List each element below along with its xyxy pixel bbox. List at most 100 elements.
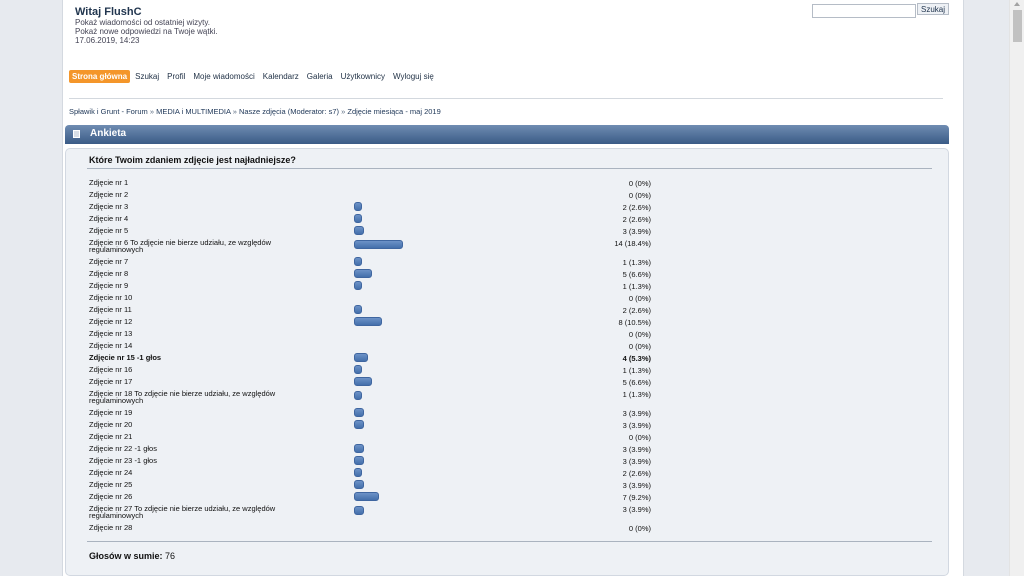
poll-option-label: Zdjęcie nr 21 <box>89 432 133 441</box>
poll-question: Które Twoim zdaniem zdjęcie jest najładn… <box>89 155 296 165</box>
breadcrumb-link[interactable]: MEDIA i MULTIMEDIA <box>156 107 230 116</box>
poll-option-result: 5 (6.6%) <box>622 270 651 279</box>
poll-option-label: Zdjęcie nr 2 <box>89 190 129 199</box>
scroll-up-arrow-icon[interactable] <box>1014 2 1020 6</box>
breadcrumb: Spławik i Grunt - Forum » MEDIA i MULTIM… <box>69 107 441 116</box>
poll-option-label: Zdjęcie nr 3 <box>89 202 129 211</box>
poll-icon <box>73 130 80 138</box>
page-container: Witaj FlushC Pokaż wiadomości od ostatni… <box>62 0 964 576</box>
poll-option-result: 2 (2.6%) <box>622 203 651 212</box>
poll-option-result: 1 (1.3%) <box>622 390 651 399</box>
poll-option-bar <box>354 365 362 374</box>
breadcrumb-separator: » <box>341 107 346 116</box>
poll-option-bar <box>354 269 372 278</box>
breadcrumb-link[interactable]: Nasze zdjęcia (Moderator: s7) <box>239 107 339 116</box>
poll-header: Ankieta <box>65 125 949 144</box>
total-votes: Głosów w sumie: 76 <box>89 551 175 561</box>
poll-option-label: Zdjęcie nr 1 <box>89 178 129 187</box>
breadcrumb-separator: » <box>232 107 237 116</box>
poll-option-label: Zdjęcie nr 20 <box>89 420 133 429</box>
poll-option-bar <box>354 480 364 489</box>
scrollbar-thumb[interactable] <box>1013 10 1022 42</box>
poll-option-label: Zdjęcie nr 23 -1 głos <box>89 456 157 465</box>
poll-option-result: 3 (3.9%) <box>622 227 651 236</box>
poll-option-result: 8 (10.5%) <box>618 318 651 327</box>
poll-option-label: Zdjęcie nr 6 To zdjęcie nie bierze udzia… <box>89 238 272 254</box>
poll-option-result: 3 (3.9%) <box>622 409 651 418</box>
poll-option-bar <box>354 226 364 235</box>
poll-option-label: Zdjęcie nr 24 <box>89 468 133 477</box>
poll-option-label: Zdjęcie nr 18 To zdjęcie nie bierze udzi… <box>89 389 276 405</box>
poll-option-label: Zdjęcie nr 14 <box>89 341 133 350</box>
nav-item[interactable]: Szukaj <box>132 70 162 83</box>
nav-item[interactable]: Użytkownicy <box>338 70 388 83</box>
current-datetime: 17.06.2019, 14:23 <box>75 36 140 45</box>
poll-option-bar <box>354 353 368 362</box>
poll-option-bar <box>354 391 362 400</box>
poll-option-bar <box>354 377 372 386</box>
poll-option-label: Zdjęcie nr 11 <box>89 305 132 314</box>
poll-option-bar <box>354 214 362 223</box>
total-divider <box>87 541 932 542</box>
nav-item[interactable]: Wyloguj się <box>390 70 437 83</box>
welcome-title: Witaj FlushC <box>75 6 142 18</box>
poll-option-result: 1 (1.3%) <box>622 258 651 267</box>
poll-option-result: 0 (0%) <box>628 191 651 200</box>
poll-option-bar <box>354 444 364 453</box>
poll-option-result: 0 (0%) <box>628 330 651 339</box>
poll-option-bar <box>354 305 362 314</box>
new-messages-link[interactable]: Pokaż wiadomości od ostatniej wizyty. <box>75 18 210 27</box>
breadcrumb-link[interactable]: Spławik i Grunt - Forum <box>69 107 148 116</box>
poll-option-label: Zdjęcie nr 27 To zdjęcie nie bierze udzi… <box>89 504 276 520</box>
nav-divider <box>69 98 943 99</box>
poll-option-label: Zdjęcie nr 19 <box>89 408 133 417</box>
question-divider <box>87 168 932 169</box>
poll-option-label: Zdjęcie nr 22 -1 głos <box>89 444 157 453</box>
poll-option-label: Zdjęcie nr 28 <box>89 523 133 532</box>
poll-option-label: Zdjęcie nr 4 <box>89 214 129 223</box>
poll-option-bar <box>354 240 403 249</box>
nav-item[interactable]: Moje wiadomości <box>190 70 257 83</box>
search-button[interactable]: Szukaj <box>917 3 950 15</box>
poll-option-bar <box>354 317 382 326</box>
breadcrumb-separator: » <box>149 107 155 116</box>
breadcrumb-link[interactable]: Zdjęcie miesiąca - maj 2019 <box>347 107 440 116</box>
poll-option-result: 3 (3.9%) <box>622 505 651 514</box>
poll-option-bar <box>354 257 362 266</box>
poll-option-result: 3 (3.9%) <box>622 457 651 466</box>
poll-option-result: 0 (0%) <box>628 342 651 351</box>
poll-option-result: 1 (1.3%) <box>622 282 651 291</box>
total-votes-label: Głosów w sumie: <box>89 551 163 561</box>
poll-option-result: 3 (3.9%) <box>622 445 651 454</box>
new-replies-link[interactable]: Pokaż nowe odpowiedzi na Twoje wątki. <box>75 27 218 36</box>
poll-option-result: 0 (0%) <box>628 524 651 533</box>
poll-option-result: 2 (2.6%) <box>622 469 651 478</box>
poll-option-result: 0 (0%) <box>628 294 651 303</box>
poll-option-result: 2 (2.6%) <box>622 215 651 224</box>
poll-option-label: Zdjęcie nr 9 <box>89 281 129 290</box>
poll-option-bar <box>354 468 362 477</box>
poll-option-bar <box>354 492 379 501</box>
search-input[interactable] <box>812 4 916 18</box>
poll-option-label: Zdjęcie nr 17 <box>89 377 133 386</box>
nav-item[interactable]: Galeria <box>304 70 336 83</box>
poll-option-bar <box>354 456 364 465</box>
poll-option-result: 3 (3.9%) <box>622 421 651 430</box>
total-votes-value: 76 <box>165 551 176 561</box>
scrollbar[interactable] <box>1009 0 1024 576</box>
poll-option-label: Zdjęcie nr 13 <box>89 329 133 338</box>
poll-option-label: Zdjęcie nr 5 <box>89 226 129 235</box>
nav-item[interactable]: Kalendarz <box>260 70 302 83</box>
poll-option-result: 4 (5.3%) <box>622 354 651 363</box>
nav-item[interactable]: Strona główna <box>69 70 131 83</box>
poll-option-bar <box>354 506 364 515</box>
nav-item[interactable]: Profil <box>164 70 188 83</box>
poll-option-result: 1 (1.3%) <box>622 366 651 375</box>
poll-option-result: 14 (18.4%) <box>614 239 651 248</box>
poll-option-label: Zdjęcie nr 8 <box>89 269 129 278</box>
poll-option-result: 5 (6.6%) <box>622 378 651 387</box>
poll-title: Ankieta <box>90 128 127 139</box>
poll-option-bar <box>354 281 362 290</box>
poll-option-label: Zdjęcie nr 7 <box>89 257 129 266</box>
poll-option-label: Zdjęcie nr 15 -1 głos <box>89 353 162 362</box>
